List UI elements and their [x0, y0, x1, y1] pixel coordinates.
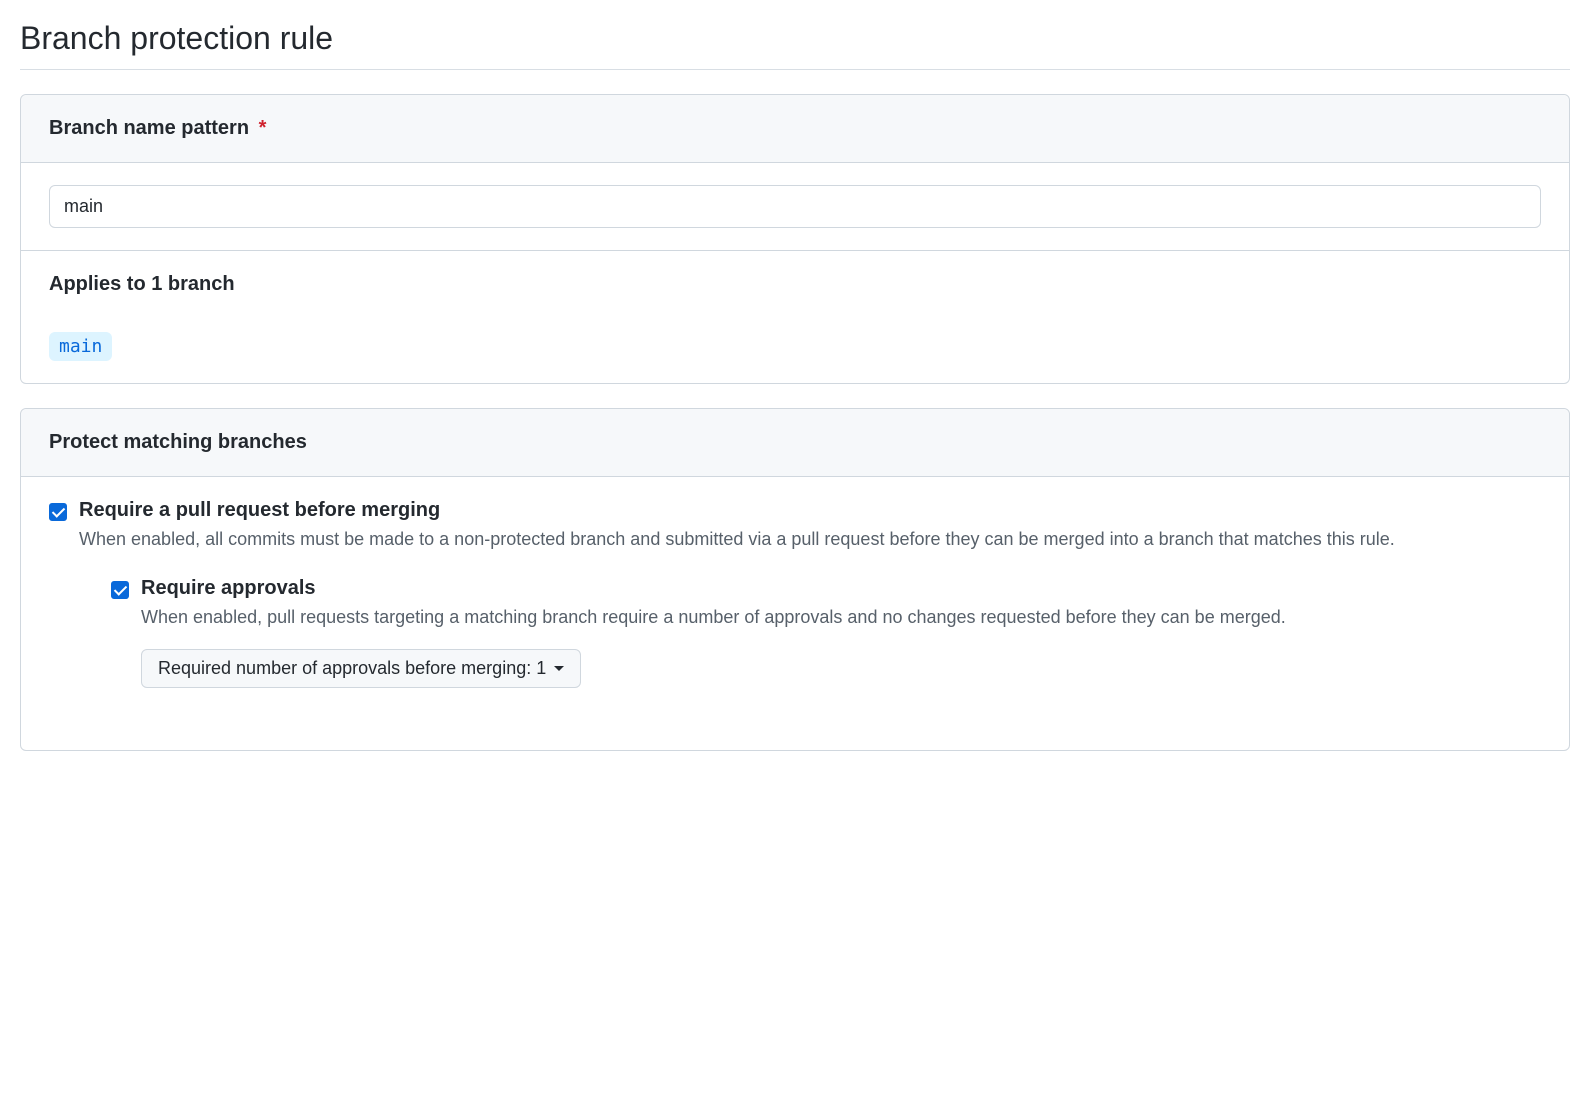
caret-down-icon — [554, 666, 564, 671]
applies-section: Applies to 1 branch main — [21, 250, 1569, 383]
require-pr-title: Require a pull request before merging — [79, 499, 1541, 522]
branch-pattern-header: Branch name pattern * — [21, 95, 1569, 163]
protect-box: Protect matching branches Require a pull… — [20, 408, 1570, 751]
branch-pattern-body — [21, 163, 1569, 250]
require-approvals-checkbox[interactable] — [111, 581, 129, 599]
branch-chip: main — [49, 332, 112, 361]
rule-require-approvals: Require approvals When enabled, pull req… — [111, 577, 1541, 688]
applies-title: Applies to 1 branch — [49, 273, 1541, 296]
branch-pattern-box: Branch name pattern * Applies to 1 branc… — [20, 94, 1570, 384]
page-title: Branch protection rule — [20, 20, 1570, 70]
require-approvals-content: Require approvals When enabled, pull req… — [141, 577, 1541, 688]
protect-header: Protect matching branches — [21, 409, 1569, 477]
branch-pattern-input[interactable] — [49, 185, 1541, 228]
required-indicator: * — [259, 117, 267, 139]
protect-title: Protect matching branches — [49, 431, 1541, 454]
branch-pattern-label: Branch name pattern * — [49, 117, 1541, 140]
require-approvals-title: Require approvals — [141, 577, 1541, 600]
branch-pattern-label-text: Branch name pattern — [49, 117, 249, 139]
protect-body: Require a pull request before merging Wh… — [21, 477, 1569, 750]
rule-require-pr: Require a pull request before merging Wh… — [49, 499, 1541, 708]
require-pr-desc: When enabled, all commits must be made t… — [79, 526, 1541, 553]
require-pr-content: Require a pull request before merging Wh… — [79, 499, 1541, 708]
approvals-count-select[interactable]: Required number of approvals before merg… — [141, 649, 581, 688]
require-approvals-desc: When enabled, pull requests targeting a … — [141, 604, 1541, 631]
require-pr-checkbox[interactable] — [49, 503, 67, 521]
approvals-count-label: Required number of approvals before merg… — [158, 658, 546, 679]
